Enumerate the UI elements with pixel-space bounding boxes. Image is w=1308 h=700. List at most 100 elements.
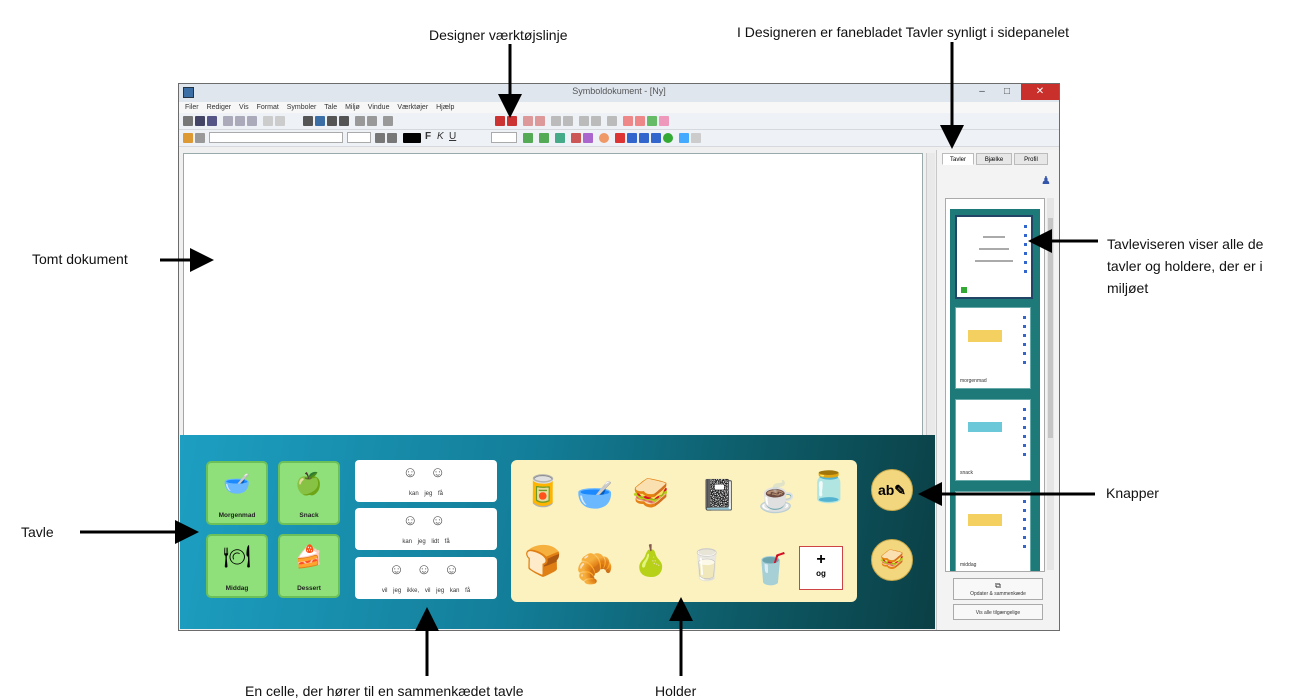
- shrink-font-icon[interactable]: [387, 133, 397, 143]
- table-icon[interactable]: [355, 116, 365, 126]
- new-icon[interactable]: [183, 116, 193, 126]
- layout-icon[interactable]: [551, 116, 561, 126]
- align-center-icon[interactable]: [315, 116, 325, 126]
- print-icon[interactable]: [207, 116, 217, 126]
- symbol-tool-icon[interactable]: [523, 133, 533, 143]
- linked-cell[interactable]: ☺ ☺ kan jeg lidt få: [355, 508, 497, 550]
- environment-icon[interactable]: [659, 116, 669, 126]
- picture-icon[interactable]: [555, 133, 565, 143]
- board-viewer-scrollbar[interactable]: [1047, 198, 1054, 570]
- cell-tool-2-icon[interactable]: [535, 116, 545, 126]
- menu-environment[interactable]: Miljø: [345, 102, 360, 113]
- designer-tool-icon[interactable]: [495, 116, 505, 126]
- frame-icon[interactable]: [383, 116, 393, 126]
- tab-profile[interactable]: Profil: [1014, 153, 1048, 165]
- cell-color-2-icon[interactable]: [583, 133, 593, 143]
- pencil-icon[interactable]: [183, 133, 193, 143]
- scroll-thumb[interactable]: [1048, 218, 1053, 438]
- eraser-icon[interactable]: [195, 133, 205, 143]
- symbol-size-select[interactable]: [491, 132, 517, 143]
- layout-2-icon[interactable]: [563, 116, 573, 126]
- board-thumbnail[interactable]: [955, 215, 1033, 299]
- jar-icon[interactable]: 🫙: [807, 466, 851, 510]
- menu-help[interactable]: Hjælp: [436, 102, 454, 113]
- close-button[interactable]: ✕: [1021, 84, 1059, 100]
- copy-icon[interactable]: [235, 116, 245, 126]
- teapot-icon[interactable]: ☕: [755, 476, 799, 520]
- croissant-icon[interactable]: 🥐: [573, 548, 617, 592]
- notebook-icon[interactable]: 📓: [697, 474, 741, 518]
- linked-cell[interactable]: ☺ ☺ kan jeg få: [355, 460, 497, 502]
- info-icon[interactable]: [639, 133, 649, 143]
- minimize-button[interactable]: –: [969, 84, 995, 100]
- grid-icon[interactable]: [367, 116, 377, 126]
- sandwich-icon[interactable]: 🥪: [629, 472, 673, 516]
- layout-3-icon[interactable]: [579, 116, 589, 126]
- menu-format[interactable]: Format: [257, 102, 279, 113]
- menu-window[interactable]: Vindue: [368, 102, 390, 113]
- designer-tool-2-icon[interactable]: [507, 116, 517, 126]
- menu-speech[interactable]: Tale: [324, 102, 337, 113]
- scissors-icon[interactable]: [615, 133, 625, 143]
- board-thumbnail[interactable]: snack: [955, 399, 1031, 481]
- align-right-icon[interactable]: [327, 116, 337, 126]
- stop-icon[interactable]: [635, 116, 645, 126]
- pointer-icon[interactable]: [691, 133, 701, 143]
- food-button[interactable]: 🥪: [871, 539, 913, 581]
- redo-icon[interactable]: [275, 116, 285, 126]
- cell-tool-icon[interactable]: [523, 116, 533, 126]
- target-icon[interactable]: [599, 133, 609, 143]
- board-thumbnail[interactable]: middag: [955, 491, 1031, 571]
- menu-view[interactable]: Vis: [239, 102, 249, 113]
- layout-5-icon[interactable]: [607, 116, 617, 126]
- play-icon[interactable]: [647, 116, 657, 126]
- show-all-button[interactable]: Vis alle tilgængelige: [953, 604, 1043, 620]
- tab-bar[interactable]: Bjælke: [976, 153, 1012, 165]
- cell-color-icon[interactable]: [571, 133, 581, 143]
- text-color-icon[interactable]: [403, 133, 421, 143]
- and-cell[interactable]: + og: [799, 546, 843, 590]
- paste-icon[interactable]: [247, 116, 257, 126]
- layout-4-icon[interactable]: [591, 116, 601, 126]
- glass-icon[interactable]: 🥤: [749, 548, 793, 592]
- bold-icon[interactable]: F: [425, 131, 431, 142]
- abc-pen-button[interactable]: ab✎: [871, 469, 913, 511]
- menu-file[interactable]: Filer: [185, 102, 199, 113]
- menu-tools[interactable]: Værktøjer: [397, 102, 428, 113]
- group-button-dinner[interactable]: 🍽 Middag: [206, 534, 268, 598]
- bowl-icon[interactable]: 🥣: [573, 474, 617, 518]
- go-icon[interactable]: [663, 133, 673, 143]
- apple-pear-icon[interactable]: 🍐: [629, 540, 673, 584]
- font-select[interactable]: [209, 132, 343, 143]
- maximize-button[interactable]: □: [994, 84, 1020, 100]
- person-icon[interactable]: ♟: [1041, 174, 1053, 188]
- grow-font-icon[interactable]: [375, 133, 385, 143]
- arrow-left-icon[interactable]: [627, 133, 637, 143]
- yogurt-icon[interactable]: 🥛: [685, 544, 729, 588]
- menu-symbols[interactable]: Symboler: [287, 102, 317, 113]
- align-left-icon[interactable]: [303, 116, 313, 126]
- group-button-breakfast[interactable]: 🥣 Morgenmad: [206, 461, 268, 525]
- cereal-icon[interactable]: 🥫: [521, 470, 565, 514]
- symbol-tool-2-icon[interactable]: [539, 133, 549, 143]
- underline-icon[interactable]: U: [449, 131, 456, 142]
- cut-icon[interactable]: [223, 116, 233, 126]
- board-viewer[interactable]: morgenmad snack middag: [945, 198, 1045, 572]
- update-link-button[interactable]: ⧉ Opdater & sammenkæde: [953, 578, 1043, 600]
- toaster-icon[interactable]: 🍞: [521, 540, 565, 584]
- board-thumbnail[interactable]: morgenmad: [955, 307, 1031, 389]
- group-button-snack[interactable]: 🍏 Snack: [278, 461, 340, 525]
- document-scrollbar[interactable]: [926, 153, 935, 445]
- flag-icon[interactable]: [623, 116, 633, 126]
- font-size-select[interactable]: [347, 132, 371, 143]
- linked-cell[interactable]: ☺ ☺ ☺ vil jeg ikke, vil jeg kan få: [355, 557, 497, 599]
- tab-boards[interactable]: Tavler: [942, 153, 974, 165]
- group-button-dessert[interactable]: 🍰 Dessert: [278, 534, 340, 598]
- text-insert-icon[interactable]: [679, 133, 689, 143]
- empty-document[interactable]: [183, 153, 923, 445]
- undo-icon[interactable]: [263, 116, 273, 126]
- italic-icon[interactable]: K: [437, 131, 444, 142]
- justify-icon[interactable]: [339, 116, 349, 126]
- menu-edit[interactable]: Rediger: [207, 102, 232, 113]
- arrow-right-icon[interactable]: [651, 133, 661, 143]
